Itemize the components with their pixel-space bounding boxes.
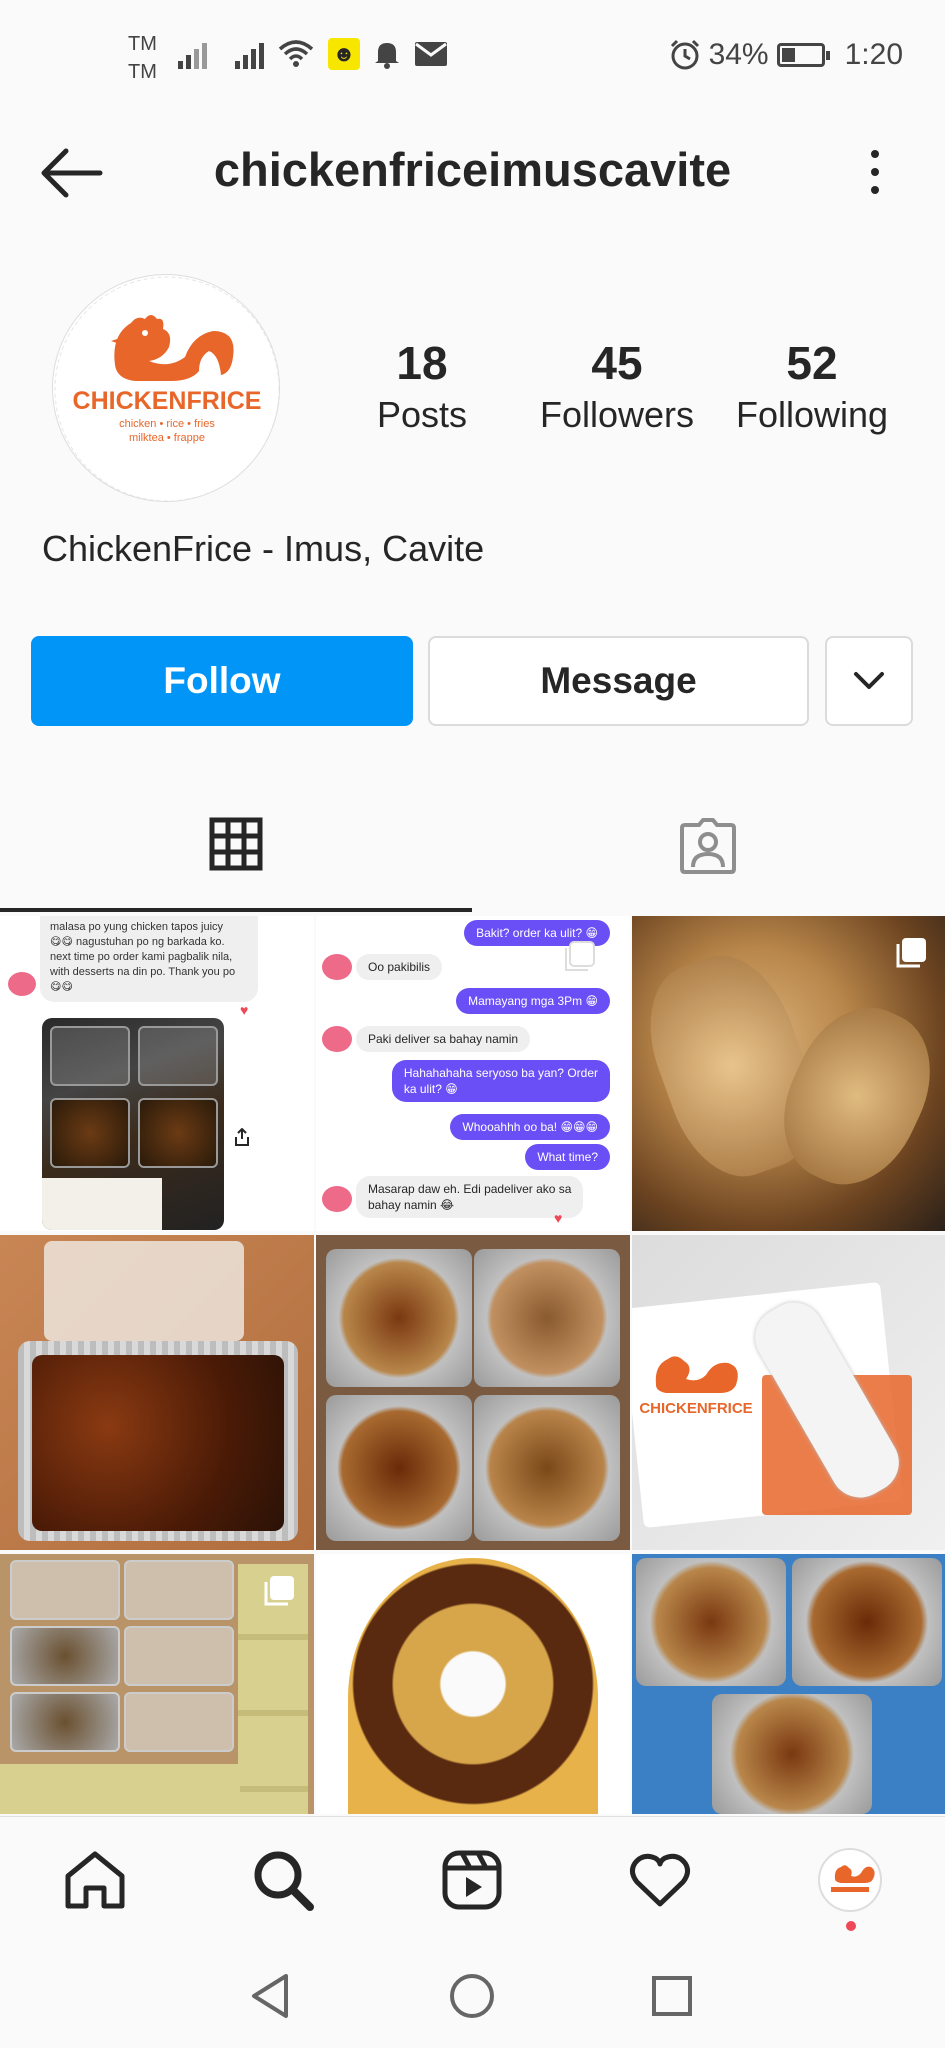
circle-home-icon	[450, 1974, 494, 2018]
following-count: 52	[786, 337, 838, 389]
bottom-navigation	[0, 1816, 945, 1942]
chat-bubble: Whooahhh oo ba! 😁😁😁	[450, 1114, 610, 1140]
multiple-photos-icon	[565, 941, 595, 971]
chat-bubble: Hahahahaha seryoso ba yan? Order	[403, 1066, 598, 1080]
carrier-labels: TM TM	[128, 30, 157, 86]
app-notification-icon: ☻	[328, 38, 360, 70]
carrier-1: TM	[128, 33, 157, 55]
carrier-2: TM	[128, 61, 157, 83]
post-tile-8[interactable]	[316, 1554, 630, 1814]
clock-time: 1:20	[844, 38, 903, 71]
suggested-accounts-button[interactable]	[825, 636, 913, 726]
battery-icon	[776, 43, 830, 67]
post-tile-3[interactable]	[632, 916, 945, 1231]
triangle-back-icon	[252, 1974, 288, 2018]
chat-bubble: Paki deliver sa bahay namin	[356, 1026, 531, 1052]
review-line: 😋😋	[50, 981, 73, 993]
more-options-button[interactable]	[863, 144, 887, 200]
post-tile-6[interactable]: CHICKENFRICE	[632, 1235, 945, 1550]
chat-bubble: Masarap daw eh. Edi padeliver ako sa	[368, 1182, 572, 1196]
square-recents-icon	[652, 1976, 692, 2016]
review-line: with desserts na din po. Thank you po	[50, 966, 236, 978]
chevron-down-icon	[854, 672, 884, 689]
alarm-icon	[670, 39, 699, 70]
profile-header: chickenfriceimuscavite	[0, 118, 945, 226]
post-logo-text: CHICKENFRICE	[639, 1400, 752, 1417]
search-icon	[254, 1851, 314, 1911]
notification-dot	[846, 1921, 856, 1931]
nav-home[interactable]	[60, 1845, 130, 1915]
signal-1-icon	[178, 39, 207, 69]
signal-2-icon	[235, 39, 264, 69]
chat-bubble: Oo pakibilis	[356, 954, 443, 980]
post-tile-1[interactable]: malasa po yung chicken tapos juicy 😋😋 na…	[0, 916, 314, 1231]
stat-followers[interactable]: 45 Followers	[527, 335, 707, 439]
share-icon	[235, 1128, 249, 1146]
avatar-logo-sub2: milktea • frappe	[129, 432, 205, 444]
system-recents-button[interactable]	[646, 1970, 698, 2022]
reels-icon	[442, 1850, 502, 1910]
grid-icon	[209, 817, 263, 871]
heart-icon	[629, 1853, 691, 1907]
post-tile-2[interactable]: Bakit? order ka ulit? 😁 Oo pakibilis Mam…	[316, 916, 630, 1231]
post-tile-7[interactable]	[0, 1554, 314, 1814]
chat-bubble: Mamayang mga 3Pm 😁	[456, 988, 610, 1014]
multiple-photos-icon	[896, 938, 926, 968]
posts-count: 18	[396, 337, 448, 389]
battery-percent: 34%	[708, 38, 769, 71]
chat-bubble: What time?	[525, 1144, 610, 1170]
wifi-icon	[278, 40, 314, 67]
review-line: 😋😋 nagustuhan po ng barkada ko.	[50, 936, 225, 948]
status-icons-left: ☻	[178, 38, 448, 70]
follow-button[interactable]: Follow	[31, 636, 413, 726]
chickenfrice-logo: CHICKENFRICE	[639, 1356, 753, 1417]
nav-search[interactable]	[248, 1845, 318, 1915]
heart-icon: ♥	[554, 1210, 563, 1226]
home-icon	[65, 1851, 125, 1909]
avatar-logo-text: CHICKENFRICE	[73, 387, 262, 415]
avatar-blob	[8, 972, 36, 996]
avatar-logo-sub1: chicken • rice • fries	[119, 418, 215, 430]
posts-grid: malasa po yung chicken tapos juicy 😋😋 na…	[0, 916, 945, 1816]
nav-profile[interactable]	[815, 1845, 885, 1915]
heart-icon: ♥	[240, 1002, 249, 1018]
stat-posts[interactable]: 18 Posts	[332, 335, 512, 439]
chat-bubble: bahay namin 😂	[368, 1198, 455, 1212]
tab-tagged[interactable]	[472, 780, 944, 912]
nav-reels[interactable]	[437, 1845, 507, 1915]
profile-display-name: ChickenFrice - Imus, Cavite	[42, 528, 485, 569]
posts-label: Posts	[376, 394, 468, 435]
stat-following[interactable]: 52 Following	[722, 335, 902, 439]
avatar[interactable]: CHICKENFRICE chicken • rice • fries milk…	[52, 274, 280, 502]
more-vertical-icon	[871, 150, 879, 158]
person-tag-icon	[680, 818, 736, 874]
profile-avatar-icon	[818, 1848, 882, 1912]
multiple-photos-icon	[264, 1576, 294, 1606]
followers-label: Followers	[539, 394, 695, 435]
food-photo	[42, 1018, 224, 1230]
review-line: malasa po yung chicken tapos juicy	[50, 921, 224, 933]
post-tile-9[interactable]	[632, 1554, 945, 1814]
following-label: Following	[735, 394, 889, 435]
system-home-button[interactable]	[446, 1970, 498, 2022]
review-line: next time po order kami pagbalik nila,	[50, 951, 233, 963]
nav-activity[interactable]	[625, 1845, 695, 1915]
chickenfrice-logo: CHICKENFRICE chicken • rice • fries milk…	[54, 276, 279, 501]
message-button[interactable]: Message	[428, 636, 809, 726]
chat-bubble: ka ulit? 😁	[403, 1082, 458, 1096]
page-title: chickenfriceimuscavite	[213, 143, 732, 196]
post-tile-5[interactable]	[316, 1235, 630, 1550]
system-back-button[interactable]	[244, 1970, 296, 2022]
profile-tabs	[0, 780, 945, 912]
status-icons-right: 34% 1:20	[669, 38, 903, 72]
post-tile-4[interactable]	[0, 1235, 314, 1550]
tab-posts-grid[interactable]	[0, 780, 472, 912]
mail-icon	[415, 42, 447, 66]
followers-count: 45	[591, 337, 643, 389]
status-bar: TM TM ☻ 34% 1:20	[0, 0, 945, 118]
bell-icon	[375, 43, 399, 69]
system-navigation	[0, 1942, 945, 2048]
